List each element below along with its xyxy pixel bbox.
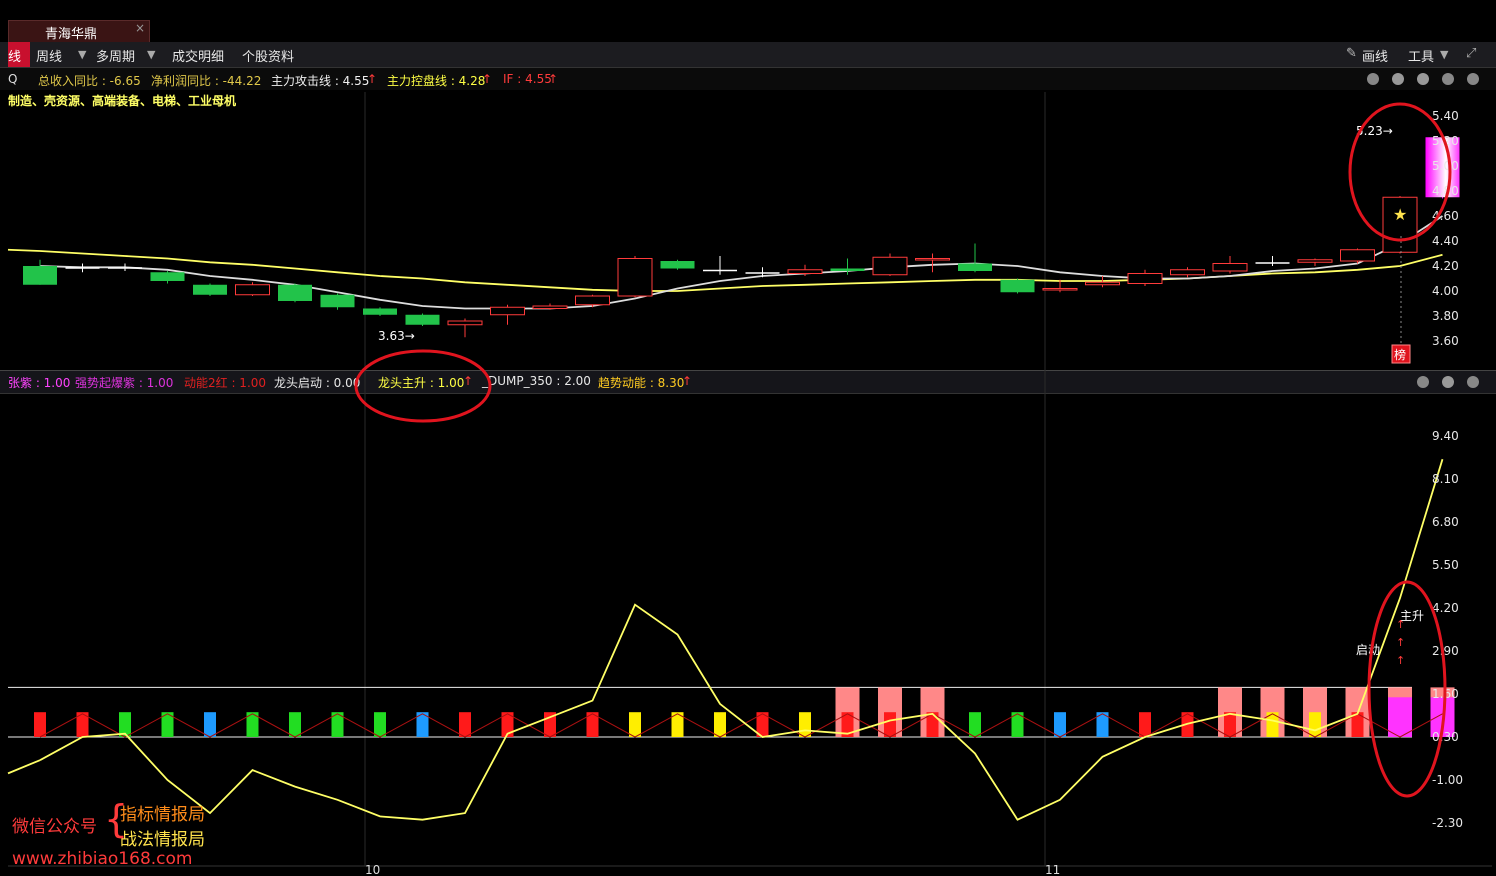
signal-bar <box>289 712 301 737</box>
candle-down <box>23 266 57 285</box>
candle-up <box>1297 259 1333 263</box>
upper-axis-tick: 4.40 <box>1432 234 1459 248</box>
candle-down <box>363 308 397 315</box>
lower-axis-tick: -2.30 <box>1432 816 1463 830</box>
launch-label: 启动 <box>1356 643 1380 657</box>
candle-up <box>532 305 568 309</box>
signal-bar <box>34 712 46 737</box>
upper-axis-tick: 4.20 <box>1432 259 1459 273</box>
signal-bar <box>629 712 641 737</box>
low-price-label: 3.63→ <box>378 329 415 343</box>
upper-axis-tick: 5.00 <box>1432 159 1459 173</box>
trend-line-lead <box>7 759 41 775</box>
rank-badge-text: 榜 <box>1394 347 1406 362</box>
candle-down <box>405 314 440 325</box>
signal-bar <box>969 712 981 737</box>
x-axis-tick: 10 <box>365 863 380 876</box>
lower-axis-tick: 4.20 <box>1432 601 1459 615</box>
highlight-circle <box>354 349 492 423</box>
signal-bar <box>459 712 471 737</box>
signal-bar <box>799 712 811 737</box>
lower-axis-tick: 5.50 <box>1432 558 1459 572</box>
lower-axis-tick: 8.10 <box>1432 472 1459 486</box>
signal-bar <box>1388 697 1412 737</box>
candle-up <box>235 284 270 296</box>
signal-bar <box>1139 712 1151 737</box>
candle-up <box>787 269 823 274</box>
candle-down <box>745 272 780 274</box>
candle-up <box>1340 249 1375 262</box>
candle-up <box>575 295 610 306</box>
candle-up <box>1085 281 1120 286</box>
candle-up <box>872 256 908 276</box>
upper-axis-tick: 5.40 <box>1432 109 1459 123</box>
watermark-line1: 指标情报局 <box>120 805 205 825</box>
upper-axis-tick: 3.60 <box>1432 334 1459 348</box>
candle-up <box>1127 273 1163 284</box>
stock-chart[interactable]: 5.405.205.004.804.604.404.204.003.803.60… <box>0 0 1496 876</box>
x-axis-tick: 11 <box>1045 863 1060 876</box>
candle-up <box>490 306 525 316</box>
candle-down <box>320 294 355 308</box>
candle-down <box>1255 262 1290 264</box>
candle-down <box>108 267 142 269</box>
candle-up <box>915 258 950 261</box>
candle-up <box>1170 269 1205 276</box>
signal-bar <box>1309 712 1321 737</box>
candle-up <box>617 258 653 297</box>
watermark-url: www.zhibiao168.com <box>12 849 193 869</box>
lower-axis-tick: 9.40 <box>1432 429 1459 443</box>
candle-up <box>447 320 483 326</box>
signal-bar <box>374 712 386 737</box>
signal-bar <box>204 712 216 737</box>
up-arrow-icon: ↑ <box>1396 654 1405 667</box>
watermark-wechat: 微信公众号 <box>12 817 97 837</box>
candle-down <box>958 263 992 271</box>
upper-axis-tick: 4.00 <box>1432 284 1459 298</box>
up-arrow-icon: ↑ <box>1396 636 1405 649</box>
candle-down <box>703 269 737 272</box>
lower-axis-tick: -1.00 <box>1432 773 1463 787</box>
lower-axis-tick: 6.80 <box>1432 515 1459 529</box>
signal-bar <box>714 712 726 737</box>
signal-bar <box>1224 712 1236 737</box>
candle-down <box>150 272 185 281</box>
candle-up <box>1212 263 1248 272</box>
candle-down <box>830 268 865 271</box>
lower-axis-tick: 0.30 <box>1432 730 1459 744</box>
candle-down <box>1000 279 1035 293</box>
watermark-line2: 战法情报局 <box>120 830 205 850</box>
candle-down <box>278 284 312 301</box>
trend-line <box>39 458 1444 821</box>
ma-yellow-lead <box>7 248 41 252</box>
candle-up <box>1042 288 1078 291</box>
upper-axis-tick: 4.80 <box>1432 184 1459 198</box>
candle-down <box>65 267 100 269</box>
signal-bar <box>884 712 896 737</box>
up-arrow-icon: ↑ <box>1396 618 1405 631</box>
signal-bar <box>1054 712 1066 737</box>
upper-axis-tick: 3.80 <box>1432 309 1459 323</box>
candle-down <box>660 261 695 269</box>
candle-down <box>193 284 227 295</box>
lower-axis-tick: 2.90 <box>1432 644 1459 658</box>
star-icon: ★ <box>1393 205 1407 224</box>
